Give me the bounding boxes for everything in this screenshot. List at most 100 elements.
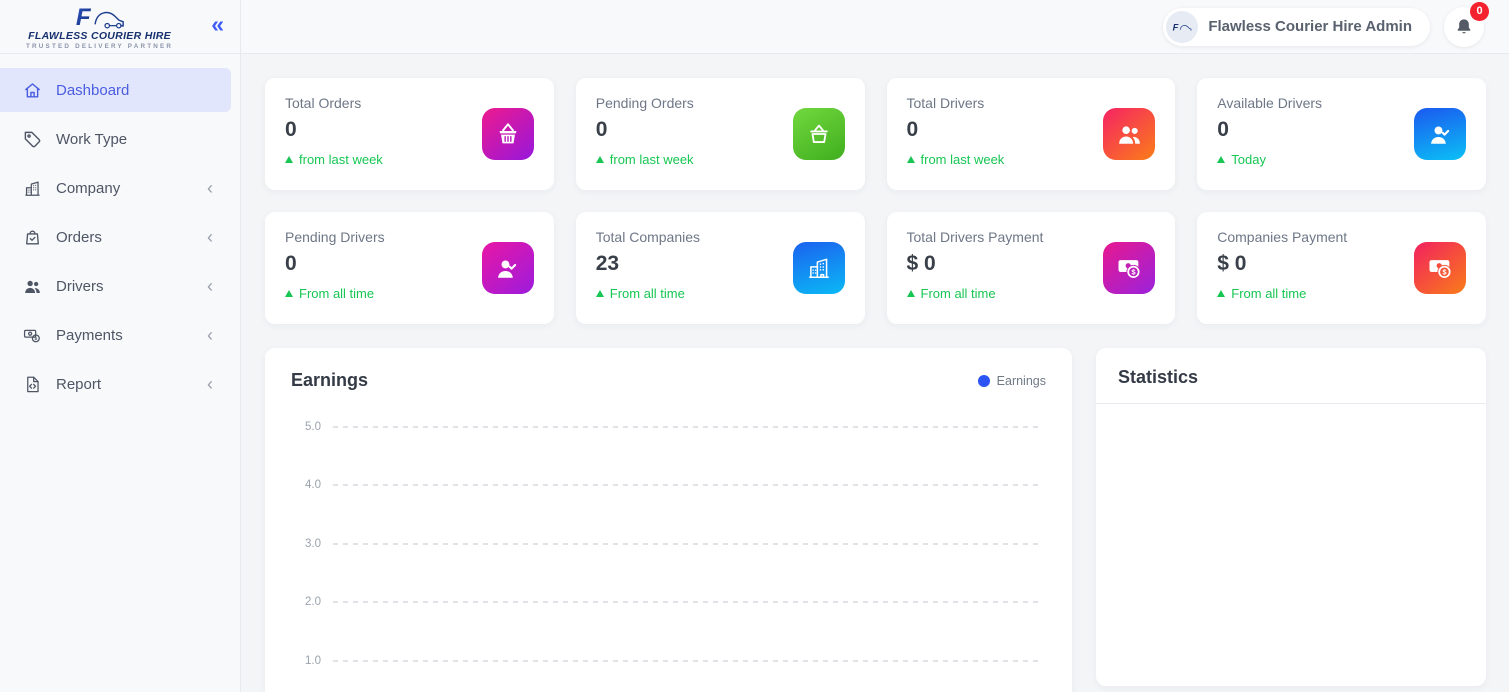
stat-note: From all time [285,286,385,301]
up-arrow-icon [1217,156,1225,163]
gridline-row: 4.0 [291,479,1038,491]
dashboard-content: Total Orders 0 from last week [241,54,1509,692]
gridline [333,601,1038,603]
user-menu-button[interactable]: F Flawless Courier Hire Admin [1163,8,1430,46]
truck-logo-icon: F [69,3,131,30]
earnings-chart: 5.0 4.0 3.0 2.0 [291,421,1046,692]
stat-value: $ 0 [1217,252,1347,276]
stat-value: 23 [596,252,700,276]
drivers-people-icon [23,277,42,296]
stat-note: Today [1217,152,1322,167]
up-arrow-icon [285,156,293,163]
sidebar-menu: Dashboard Work Type Company ‹ [0,54,240,406]
sidebar-item-company[interactable]: Company ‹ [0,166,231,210]
sidebar-item-payments[interactable]: $ Payments ‹ [0,313,231,357]
brand-logo: F FLAWLESS COURIER HIRE TRUSTED DELIVERY… [26,3,173,51]
sidebar-item-drivers[interactable]: Drivers ‹ [0,264,231,308]
top-bar: F Flawless Courier Hire Admin 0 [241,0,1509,54]
statistics-card: Statistics [1096,348,1486,686]
stat-card-pending-drivers: Pending Drivers 0 From all time [265,212,554,324]
svg-text:$: $ [34,336,37,342]
chevron-left-icon: ‹ [207,374,213,395]
up-arrow-icon [596,290,604,297]
gridline-row: 1.0 [291,655,1038,667]
chevron-left-icon: ‹ [207,178,213,199]
statistics-title: Statistics [1118,367,1464,388]
stat-title: Total Drivers [907,95,1005,111]
stat-title: Companies Payment [1217,229,1347,245]
stat-title: Pending Drivers [285,229,385,245]
chevron-left-icon: ‹ [207,325,213,346]
earnings-legend: Earnings [978,374,1046,388]
sidebar-item-orders[interactable]: Orders ‹ [0,215,231,259]
brand-name: FLAWLESS COURIER HIRE [28,31,171,42]
sidebar-item-label: Orders [56,229,102,246]
orders-bag-icon [23,228,42,247]
stat-card-total-orders: Total Orders 0 from last week [265,78,554,190]
person-check-icon [1414,108,1466,160]
cash-coin-icon: $ [1103,242,1155,294]
stat-value: $ 0 [907,252,1044,276]
legend-dot-icon [978,375,990,387]
person-check-icon [482,242,534,294]
tag-icon [23,130,42,149]
sidebar-item-dashboard[interactable]: Dashboard [0,68,231,112]
sidebar-item-work-type[interactable]: Work Type [0,117,231,161]
avatar: F [1166,11,1198,43]
gridline [333,426,1038,428]
y-tick-label: 1.0 [291,655,321,667]
main-area: F Flawless Courier Hire Admin 0 Total Or… [241,0,1509,692]
up-arrow-icon [907,290,915,297]
gridline [333,543,1038,545]
gridline [333,484,1038,486]
legend-label: Earnings [997,374,1046,388]
up-arrow-icon [907,156,915,163]
stat-card-companies-payment: Companies Payment $ 0 From all time [1197,212,1486,324]
people-icon [1103,108,1155,160]
notification-badge: 0 [1470,2,1489,21]
panels-row: Earnings Earnings 5.0 4.0 [265,348,1486,692]
gridline-row: 5.0 [291,421,1038,433]
cash-coin-icon: $ [1414,242,1466,294]
y-tick-label: 3.0 [291,538,321,550]
statistics-body [1096,404,1486,684]
basket-filled-icon [482,108,534,160]
y-tick-label: 5.0 [291,421,321,433]
stat-card-available-drivers: Available Drivers 0 Today [1197,78,1486,190]
statistics-header: Statistics [1096,348,1486,404]
user-name: Flawless Courier Hire Admin [1208,18,1412,35]
chevron-left-icon: ‹ [207,276,213,297]
sidebar-collapse-button[interactable]: « [211,13,224,40]
earnings-header: Earnings Earnings [291,370,1046,391]
sidebar-item-label: Work Type [56,131,127,148]
stat-value: 0 [1217,118,1322,142]
gridline [333,660,1038,662]
stat-note: from last week [596,152,694,167]
basket-outline-icon [793,108,845,160]
stat-title: Pending Orders [596,95,694,111]
brand-monogram: F [75,4,91,30]
sidebar-item-label: Dashboard [56,82,129,99]
svg-text:F: F [1173,22,1179,32]
stat-note: From all time [596,286,700,301]
gridline-row: 3.0 [291,538,1038,550]
stat-cards-grid: Total Orders 0 from last week [265,78,1486,324]
payments-cash-icon: $ [23,326,42,345]
stat-card-total-companies: Total Companies 23 From all time [576,212,865,324]
sidebar-item-label: Company [56,180,120,197]
up-arrow-icon [285,290,293,297]
stat-card-total-drivers: Total Drivers 0 from last week [887,78,1176,190]
stat-note: From all time [907,286,1044,301]
stat-value: 0 [285,118,383,142]
sidebar: F FLAWLESS COURIER HIRE TRUSTED DELIVERY… [0,0,241,692]
stat-title: Total Orders [285,95,383,111]
sidebar-item-label: Drivers [56,278,104,295]
notifications-button[interactable]: 0 [1444,7,1484,47]
stat-title: Available Drivers [1217,95,1322,111]
stat-note: from last week [907,152,1005,167]
sidebar-item-report[interactable]: Report ‹ [0,362,231,406]
sidebar-item-label: Report [56,376,101,393]
y-tick-label: 2.0 [291,596,321,608]
stat-note: From all time [1217,286,1347,301]
avatar-truck-logo-icon: F [1170,17,1194,37]
